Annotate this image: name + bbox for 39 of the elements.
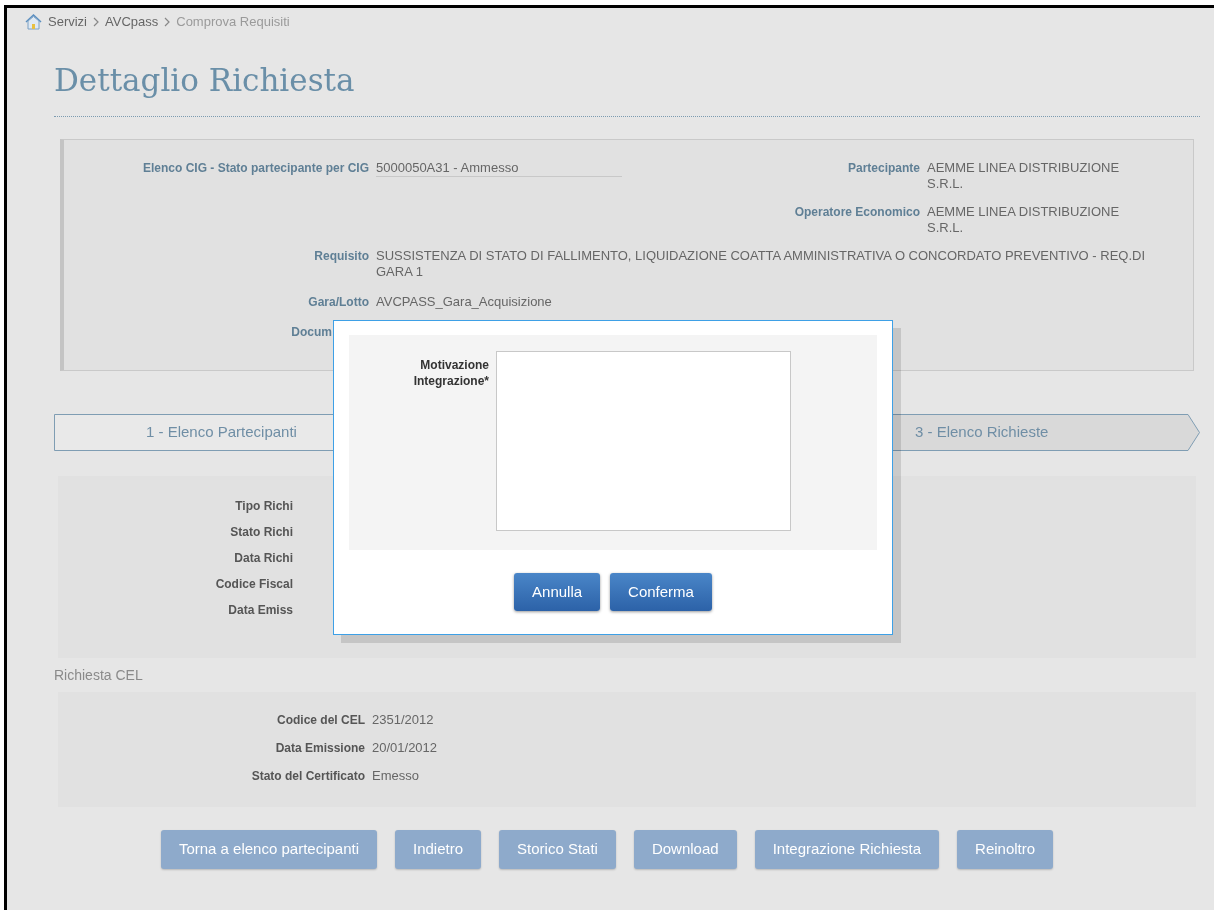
field-label: Codice Fiscal <box>214 576 293 592</box>
field-value: AEMME LINEA DISTRIBUZIONE S.R.L. <box>927 204 1121 236</box>
field-label: Data Emissione <box>274 740 365 756</box>
action-button[interactable]: Indietro <box>395 830 482 869</box>
field-label: Operatore Economico <box>793 204 920 221</box>
action-button[interactable]: Torna a elenco partecipanti <box>160 830 377 869</box>
field-label: Data Richi <box>233 550 293 566</box>
section-title: Richiesta CEL <box>54 666 143 684</box>
field-label: Stato del Certificato <box>250 768 365 784</box>
field-value: 20/01/2012 <box>372 740 438 756</box>
field-value: 5000050A31 - Ammesso <box>376 160 622 177</box>
field-value: SUSSISTENZA DI STATO DI FALLIMENTO, LIQUIDAZIONE COATTA AMMINISTRATIVA O CONCORDATO PREVENTIVO - REQ.DI GARA 1 <box>376 248 1147 280</box>
field-label: Docum <box>290 324 332 340</box>
chevron-icon <box>164 17 171 27</box>
breadcrumb-link[interactable]: Comprova Requisiti <box>176 12 290 32</box>
dialog-button[interactable]: Conferma <box>610 573 712 611</box>
field-label: Partecipante <box>846 160 920 177</box>
field-label: Requisito <box>313 248 369 265</box>
breadcrumb-link[interactable]: AVCpass <box>105 12 159 32</box>
field-label: Motivazione Integrazione* <box>412 357 489 390</box>
field-label: Tipo Richi <box>234 498 293 514</box>
action-button[interactable]: Storico Stati <box>499 830 616 869</box>
breadcrumb-link[interactable]: Servizi <box>48 12 87 32</box>
field-label: Codice del CEL <box>276 712 365 728</box>
page-title: Dettaglio Richiesta <box>54 61 355 100</box>
home-icon[interactable] <box>25 14 42 30</box>
field-label: Gara/Lotto <box>307 294 369 310</box>
field-value: AVCPASS_Gara_Acquisizione <box>376 294 553 310</box>
field-label: Data Emiss <box>227 602 293 618</box>
action-button[interactable]: Integrazione Richiesta <box>754 830 940 869</box>
field-label: Elenco CIG - Stato partecipante per CIG <box>141 160 369 177</box>
field-value: AEMME LINEA DISTRIBUZIONE S.R.L. <box>927 160 1121 192</box>
action-button[interactable]: Download <box>633 830 737 869</box>
dialog-button[interactable]: Annulla <box>514 573 601 611</box>
field-label: Stato Richi <box>229 524 293 540</box>
field-value: Emesso <box>372 768 419 784</box>
chevron-icon <box>93 17 99 27</box>
action-button[interactable]: Reinoltro <box>957 830 1054 869</box>
field-value: 2351/2012 <box>372 712 434 728</box>
